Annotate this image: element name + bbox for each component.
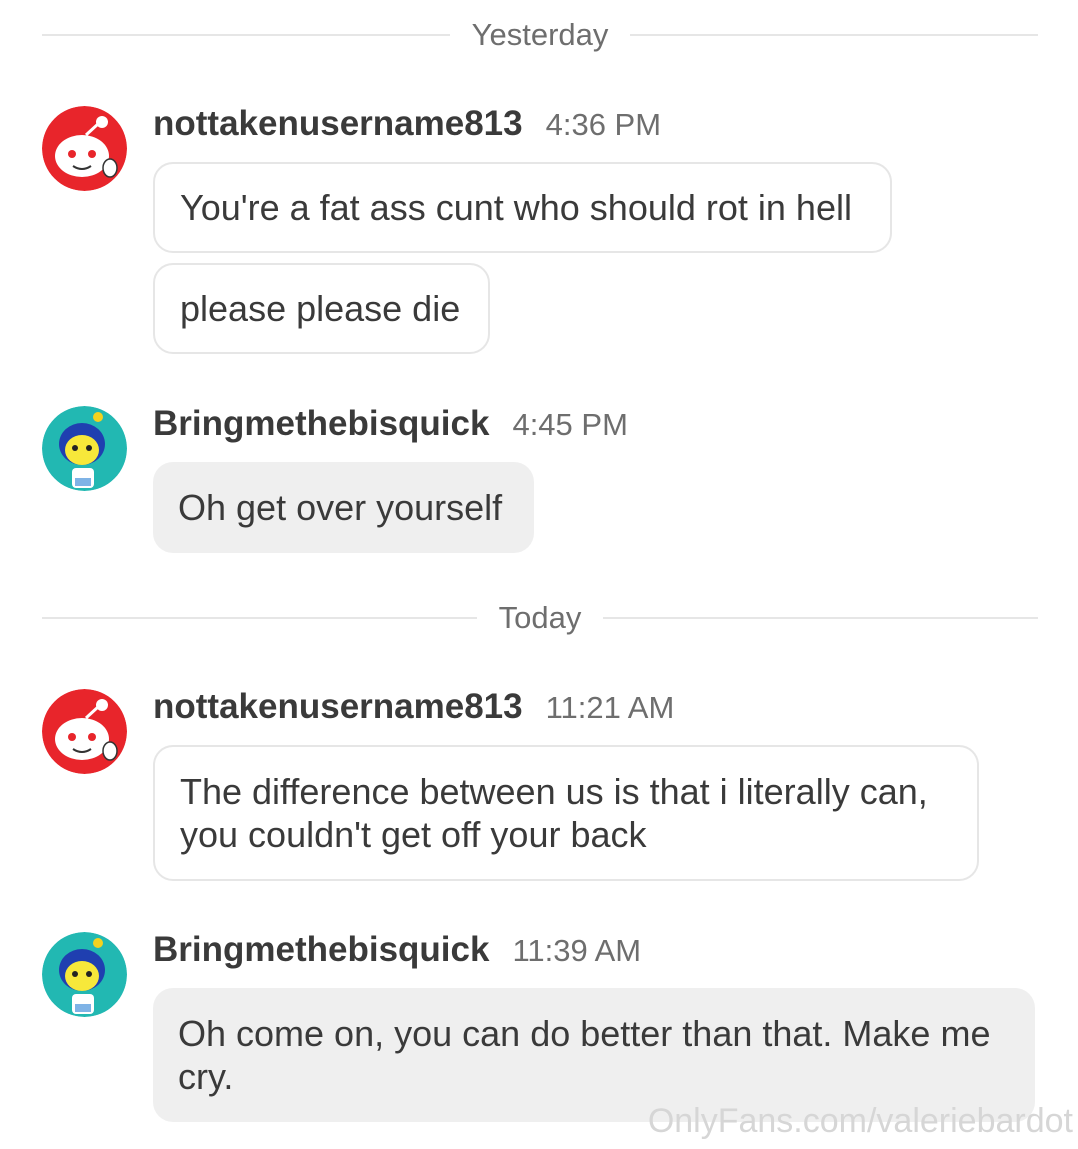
message-bubble[interactable]: please please die bbox=[153, 263, 490, 354]
message-header: nottakenusername813 11:21 AM bbox=[153, 687, 674, 727]
date-divider-yesterday: Yesterday bbox=[42, 15, 1039, 55]
user-avatar-icon[interactable] bbox=[42, 689, 127, 774]
divider-line bbox=[42, 617, 477, 619]
timestamp: 4:45 PM bbox=[512, 407, 628, 442]
date-divider-today: Today bbox=[42, 598, 1039, 638]
user-avatar-icon[interactable] bbox=[42, 406, 127, 491]
user-avatar-icon[interactable] bbox=[42, 106, 127, 191]
message-header: Bringmethebisquick 11:39 AM bbox=[153, 930, 641, 970]
user-avatar-icon[interactable] bbox=[42, 932, 127, 1017]
divider-line bbox=[603, 617, 1039, 619]
message-bubble[interactable]: You're a fat ass cunt who should rot in … bbox=[153, 162, 892, 253]
date-label: Today bbox=[498, 600, 582, 635]
username[interactable]: Bringmethebisquick bbox=[153, 930, 489, 970]
timestamp: 11:21 AM bbox=[545, 690, 675, 725]
username[interactable]: Bringmethebisquick bbox=[153, 404, 489, 444]
timestamp: 11:39 AM bbox=[512, 933, 642, 968]
watermark-text: OnlyFans.com/valeriebardot bbox=[647, 1102, 1073, 1140]
message-header: nottakenusername813 4:36 PM bbox=[153, 104, 661, 144]
username[interactable]: nottakenusername813 bbox=[153, 104, 523, 144]
username[interactable]: nottakenusername813 bbox=[153, 687, 523, 727]
date-label: Yesterday bbox=[471, 17, 609, 52]
message-header: Bringmethebisquick 4:45 PM bbox=[153, 404, 628, 444]
message-bubble[interactable]: The difference between us is that i lite… bbox=[153, 745, 979, 881]
divider-line bbox=[630, 34, 1039, 36]
message-bubble[interactable]: Oh get over yourself bbox=[153, 462, 534, 553]
divider-line bbox=[42, 34, 450, 36]
timestamp: 4:36 PM bbox=[545, 107, 662, 142]
